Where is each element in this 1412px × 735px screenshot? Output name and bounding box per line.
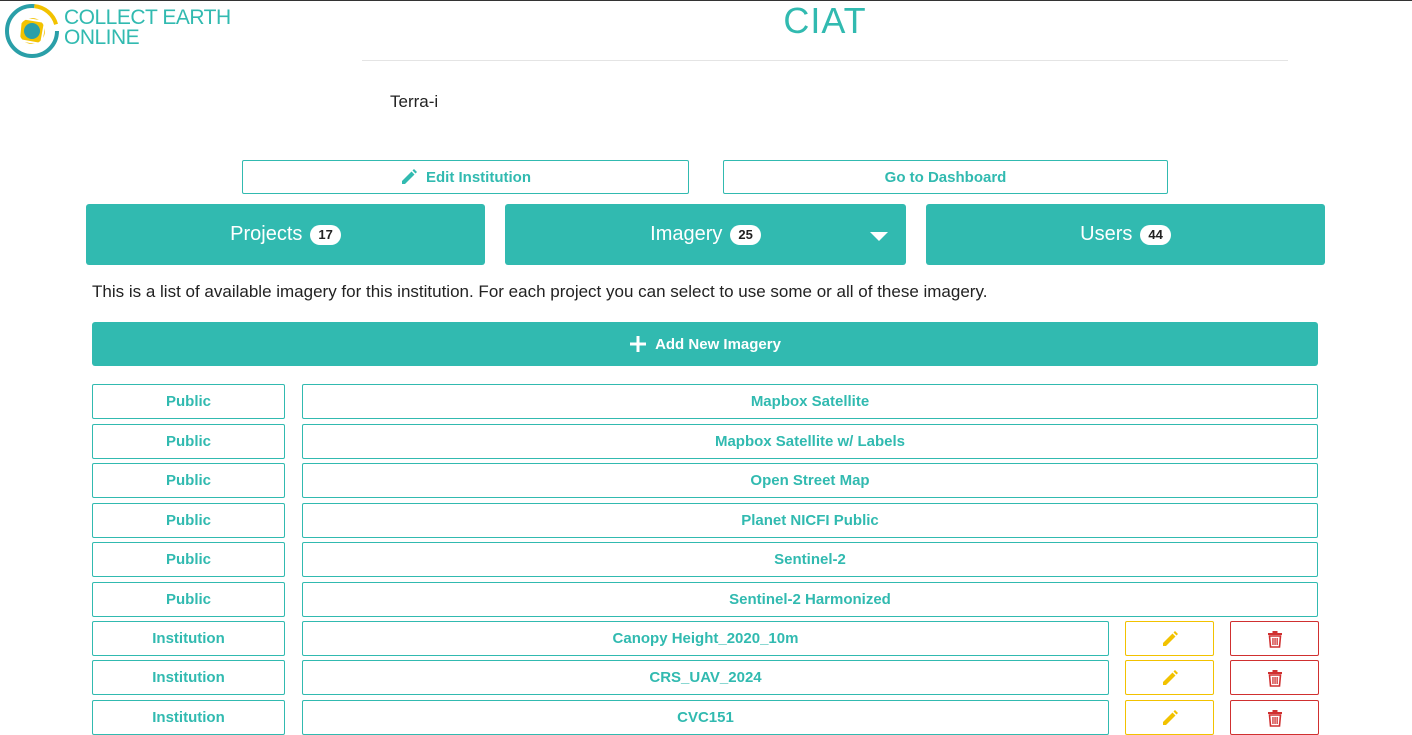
tab-imagery[interactable]: Imagery 25 xyxy=(505,204,906,265)
trash-icon xyxy=(1267,669,1282,687)
users-count-badge: 44 xyxy=(1140,224,1171,245)
logo-text[interactable]: COLLECT EARTH ONLINE xyxy=(64,6,231,49)
imagery-row: Institution Canopy Height_2020_10m xyxy=(0,621,1412,656)
logo-icon[interactable] xyxy=(3,4,63,58)
logo-line2: ONLINE xyxy=(64,26,140,49)
edit-imagery-button[interactable] xyxy=(1125,621,1214,656)
title-divider xyxy=(362,60,1288,61)
imagery-title-button[interactable]: Mapbox Satellite xyxy=(302,384,1318,419)
go-to-dashboard-button[interactable]: Go to Dashboard xyxy=(723,160,1168,194)
imagery-title-button[interactable]: Mapbox Satellite w/ Labels xyxy=(302,424,1318,459)
logo-line1: COLLECT EARTH xyxy=(64,6,231,29)
imagery-visibility-button[interactable]: Institution xyxy=(92,660,285,695)
trash-icon xyxy=(1267,630,1282,648)
edit-institution-button[interactable]: Edit Institution xyxy=(242,160,689,194)
tab-projects-label: Projects xyxy=(230,223,303,245)
projects-count-badge: 17 xyxy=(310,224,341,245)
imagery-title-button[interactable]: Sentinel-2 xyxy=(302,542,1318,577)
imagery-count-badge: 25 xyxy=(730,224,761,245)
pencil-icon xyxy=(402,169,417,184)
edit-imagery-button[interactable] xyxy=(1125,660,1214,695)
imagery-visibility-button[interactable]: Public xyxy=(92,542,285,577)
page-title: CIAT xyxy=(783,0,867,41)
pencil-icon xyxy=(1162,630,1178,646)
imagery-title-button[interactable]: CVC151 xyxy=(302,700,1109,735)
imagery-title-button[interactable]: Sentinel-2 Harmonized xyxy=(302,582,1318,617)
imagery-title-button[interactable]: Canopy Height_2020_10m xyxy=(302,621,1109,656)
institution-description: Terra-i xyxy=(390,92,439,111)
imagery-visibility-button[interactable]: Public xyxy=(92,582,285,617)
add-new-imagery-label: Add New Imagery xyxy=(655,335,781,353)
imagery-title-button[interactable]: Open Street Map xyxy=(302,463,1318,498)
edit-imagery-button[interactable] xyxy=(1125,700,1214,735)
imagery-row: Public Sentinel-2 Harmonized xyxy=(0,582,1412,617)
tab-projects[interactable]: Projects 17 xyxy=(86,204,485,265)
imagery-visibility-button[interactable]: Public xyxy=(92,463,285,498)
imagery-row: Public Mapbox Satellite w/ Labels xyxy=(0,424,1412,459)
caret-down-icon xyxy=(870,232,888,241)
go-to-dashboard-label: Go to Dashboard xyxy=(884,168,1007,186)
imagery-row: Public Open Street Map xyxy=(0,463,1412,498)
imagery-row: Public Mapbox Satellite xyxy=(0,384,1412,419)
imagery-visibility-button[interactable]: Public xyxy=(92,503,285,538)
add-new-imagery-button[interactable]: Add New Imagery xyxy=(92,322,1318,366)
tab-imagery-label: Imagery xyxy=(650,223,723,245)
imagery-row: Public Sentinel-2 xyxy=(0,542,1412,577)
imagery-row: Institution CVC151 xyxy=(0,700,1412,735)
imagery-row: Public Planet NICFI Public xyxy=(0,503,1412,538)
imagery-row: Institution CRS_UAV_2024 xyxy=(0,660,1412,695)
imagery-visibility-button[interactable]: Public xyxy=(92,424,285,459)
imagery-visibility-button[interactable]: Institution xyxy=(92,700,285,735)
imagery-title-button[interactable]: CRS_UAV_2024 xyxy=(302,660,1109,695)
tab-users-label: Users xyxy=(1080,223,1133,245)
tab-users[interactable]: Users 44 xyxy=(926,204,1325,265)
imagery-info-text: This is a list of available imagery for … xyxy=(92,282,988,301)
plus-icon xyxy=(630,336,647,352)
delete-imagery-button[interactable] xyxy=(1230,700,1319,735)
delete-imagery-button[interactable] xyxy=(1230,621,1319,656)
pencil-icon xyxy=(1162,669,1178,685)
imagery-title-button[interactable]: Planet NICFI Public xyxy=(302,503,1318,538)
edit-institution-label: Edit Institution xyxy=(426,168,531,186)
trash-icon xyxy=(1267,709,1282,727)
delete-imagery-button[interactable] xyxy=(1230,660,1319,695)
pencil-icon xyxy=(1162,709,1178,725)
imagery-visibility-button[interactable]: Public xyxy=(92,384,285,419)
imagery-visibility-button[interactable]: Institution xyxy=(92,621,285,656)
